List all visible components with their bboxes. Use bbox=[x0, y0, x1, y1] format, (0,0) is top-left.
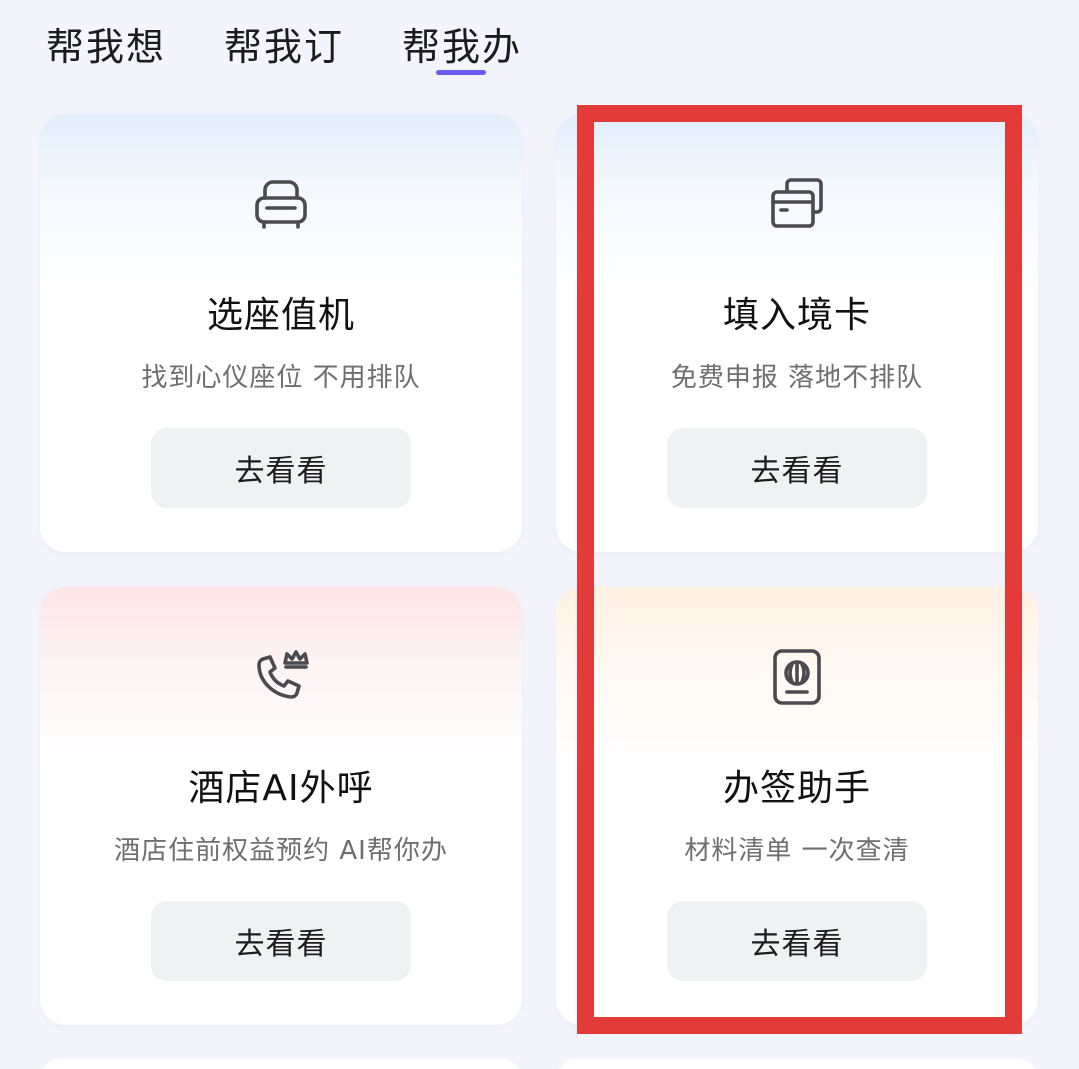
card-hotel-ai-call[interactable]: 酒店AI外呼 酒店住前权益预约 AI帮你办 去看看 bbox=[40, 587, 522, 1025]
phone-crown-icon bbox=[249, 645, 313, 709]
passport-icon bbox=[765, 645, 829, 709]
view-button[interactable]: 去看看 bbox=[667, 901, 927, 981]
tab-help-me-think[interactable]: 帮我想 bbox=[46, 16, 166, 71]
page: 帮我想 帮我订 帮我办 选座值机 找到心仪座位 不用排队 去看看 填入境卡 免费… bbox=[0, 0, 1079, 1069]
view-button[interactable]: 去看看 bbox=[151, 428, 411, 508]
card-title: 办签助手 bbox=[722, 768, 871, 809]
card-subtitle: 材料清单 一次查清 bbox=[684, 836, 910, 866]
next-card-left bbox=[40, 1059, 522, 1069]
active-tab-indicator bbox=[436, 70, 486, 75]
card-seat-checkin[interactable]: 选座值机 找到心仪座位 不用排队 去看看 bbox=[40, 114, 522, 552]
card-subtitle: 酒店住前权益预约 AI帮你办 bbox=[114, 836, 448, 866]
tab-help-me-book[interactable]: 帮我订 bbox=[224, 16, 344, 71]
seat-icon bbox=[249, 172, 313, 236]
card-visa-assistant[interactable]: 办签助手 材料清单 一次查清 去看看 bbox=[556, 587, 1038, 1025]
entry-card-icon bbox=[765, 172, 829, 236]
card-entry-card[interactable]: 填入境卡 免费申报 落地不排队 去看看 bbox=[556, 114, 1038, 552]
view-button[interactable]: 去看看 bbox=[667, 428, 927, 508]
card-title: 填入境卡 bbox=[722, 295, 871, 336]
card-title: 酒店AI外呼 bbox=[188, 768, 374, 809]
next-card-right bbox=[556, 1059, 1038, 1069]
tab-help-me-do[interactable]: 帮我办 bbox=[402, 16, 522, 71]
card-subtitle: 找到心仪座位 不用排队 bbox=[141, 363, 421, 393]
tab-bar: 帮我想 帮我订 帮我办 bbox=[0, 0, 1079, 90]
view-button[interactable]: 去看看 bbox=[151, 901, 411, 981]
card-title: 选座值机 bbox=[206, 295, 355, 336]
card-subtitle: 免费申报 落地不排队 bbox=[670, 363, 924, 393]
